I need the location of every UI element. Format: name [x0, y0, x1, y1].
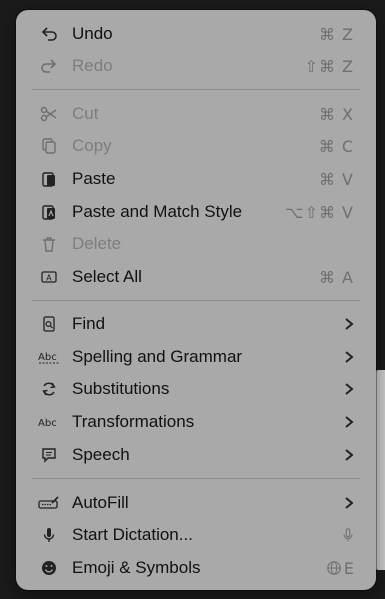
trash-icon: [38, 233, 60, 255]
chevron-right-icon: [345, 383, 354, 395]
spelling-abc-icon: Abc: [38, 346, 60, 368]
copy-icon: [38, 135, 60, 157]
paste-match-style-icon: [38, 201, 60, 223]
svg-text:Abc: Abc: [38, 418, 57, 429]
emoji-shortcut: E: [326, 559, 354, 578]
shortcut-label: ⌘ X: [318, 104, 354, 124]
menu-item-label: Spelling and Grammar: [72, 347, 243, 366]
microphone-icon: [38, 524, 60, 546]
chevron-right-icon: [345, 449, 354, 461]
svg-text:A: A: [46, 274, 52, 283]
globe-icon: [327, 561, 341, 575]
svg-text:Abc: Abc: [38, 352, 57, 363]
undo-icon: [38, 23, 60, 45]
shortcut-label: ⌘ Z: [318, 24, 354, 44]
chevron-right-icon: [345, 497, 354, 509]
shortcut-label: ⌘ C: [318, 136, 354, 156]
menu-item-delete[interactable]: Delete: [16, 228, 376, 260]
menu-item-label: Paste: [72, 169, 116, 188]
scissors-icon: [38, 103, 60, 125]
speech-bubble-icon: [38, 444, 60, 466]
menu-item-label: Find: [72, 314, 106, 333]
menu-item-transformations[interactable]: Abc Transformations: [16, 406, 376, 438]
emoji-icon: [38, 557, 60, 579]
menu-item-redo[interactable]: Redo ⇧⌘ Z: [16, 50, 376, 82]
paste-icon: [38, 168, 60, 190]
shortcut-label: ⌥⇧⌘ V: [285, 202, 354, 222]
menu-item-undo[interactable]: Undo ⌘ Z: [16, 18, 376, 50]
chevron-right-icon: [345, 318, 354, 330]
menu-item-spelling-grammar[interactable]: Abc Spelling and Grammar: [16, 341, 376, 373]
menu-item-paste[interactable]: Paste ⌘ V: [16, 163, 376, 195]
menu-item-label: Cut: [72, 104, 99, 123]
find-icon: [38, 313, 60, 335]
menu-item-autofill[interactable]: AutoFill: [16, 487, 376, 519]
autofill-icon: [38, 492, 60, 514]
menu-item-emoji-symbols[interactable]: Emoji & Symbols E: [16, 552, 376, 584]
separator: [32, 300, 360, 301]
menu-item-label: Transformations: [72, 412, 195, 431]
separator: [32, 89, 360, 90]
menu-item-label: Select All: [72, 267, 142, 286]
redo-icon: [38, 55, 60, 77]
menu-item-substitutions[interactable]: Substitutions: [16, 373, 376, 405]
menu-item-label: Undo: [72, 24, 113, 43]
shortcut-label: ⌘ A: [318, 267, 354, 287]
menu-item-label: Delete: [72, 234, 122, 253]
chevron-right-icon: [345, 416, 354, 428]
menu-item-label: Copy: [72, 136, 112, 155]
menu-item-paste-match-style[interactable]: Paste and Match Style ⌥⇧⌘ V: [16, 196, 376, 228]
menu-item-speech[interactable]: Speech: [16, 439, 376, 471]
shortcut-label: ⇧⌘ Z: [304, 56, 354, 76]
menu-item-find[interactable]: Find: [16, 308, 376, 340]
menu-item-cut[interactable]: Cut ⌘ X: [16, 98, 376, 130]
menu-item-label: Substitutions: [72, 379, 170, 398]
menu-item-label: Start Dictation...: [72, 525, 193, 544]
menu-item-label: Emoji & Symbols: [72, 558, 201, 577]
menu-item-label: AutoFill: [72, 493, 129, 512]
microphone-shortcut-icon: [340, 526, 356, 544]
menu-item-copy[interactable]: Copy ⌘ C: [16, 130, 376, 162]
menu-item-label: Redo: [72, 56, 113, 75]
menu-item-select-all[interactable]: A Select All ⌘ A: [16, 261, 376, 293]
edit-context-menu: Undo ⌘ Z Redo ⇧⌘ Z Cut ⌘ X Copy ⌘ C Past…: [16, 10, 376, 590]
separator: [32, 478, 360, 479]
chevron-right-icon: [345, 351, 354, 363]
transformations-abc-icon: Abc: [38, 411, 60, 433]
menu-item-start-dictation[interactable]: Start Dictation...: [16, 519, 376, 551]
emoji-shortcut-letter: E: [343, 558, 354, 578]
menu-item-label: Paste and Match Style: [72, 202, 243, 221]
select-all-icon: A: [38, 266, 60, 288]
substitutions-icon: [38, 378, 60, 400]
menu-item-label: Speech: [72, 445, 130, 464]
shortcut-label: ⌘ V: [318, 169, 354, 189]
